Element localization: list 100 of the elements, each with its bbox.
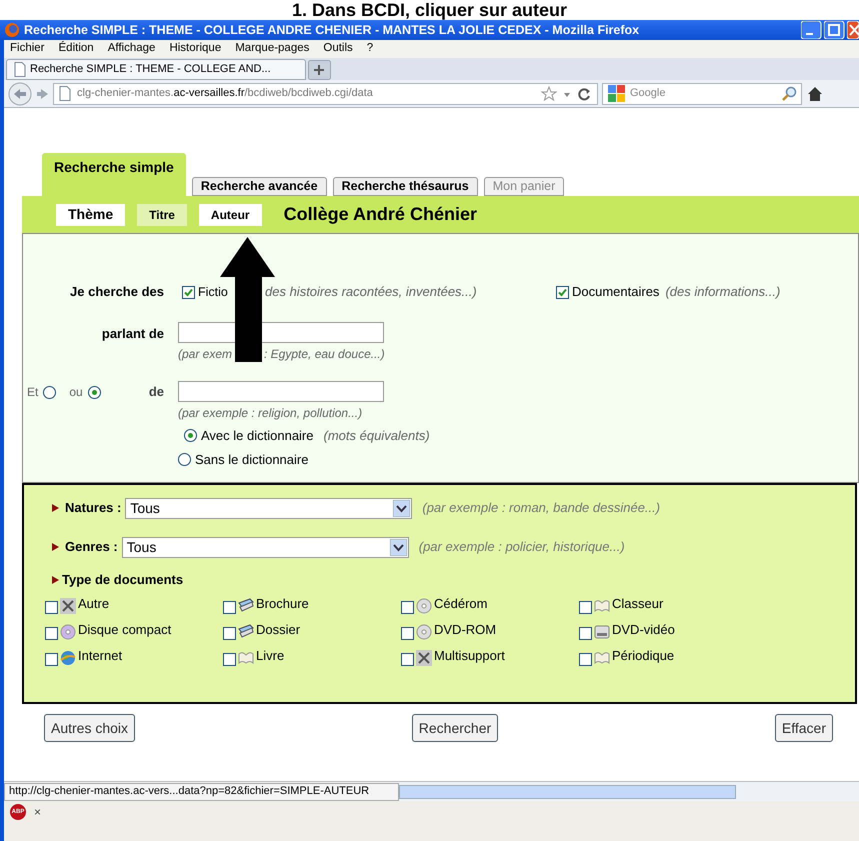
hint-text: (mots équivalents) <box>324 427 430 445</box>
button[interactable]: Rechercher <box>412 714 498 742</box>
text-field[interactable] <box>178 381 384 402</box>
checkbox[interactable] <box>556 286 569 298</box>
checkbox[interactable] <box>579 626 592 640</box>
sub-tab[interactable]: Thème <box>56 204 126 226</box>
field-label: Je cherche des <box>70 283 164 302</box>
hint-text: : Egypte, eau douce...) <box>264 346 385 363</box>
tab[interactable]: Recherche avancée <box>192 177 327 196</box>
close-button[interactable]: × <box>34 804 42 820</box>
radio-button[interactable] <box>88 386 101 398</box>
checkbox-label: Autre <box>78 595 110 613</box>
tools-icon <box>416 650 432 666</box>
folder-icon <box>238 598 254 614</box>
dropdown-arrow-icon <box>393 500 410 516</box>
menu-item[interactable]: Édition <box>58 40 94 58</box>
checkbox-label: Périodique <box>612 647 674 665</box>
checkbox-label: Dossier <box>256 621 300 639</box>
radio-label: Avec le dictionnaire <box>201 427 314 445</box>
sub-tab[interactable]: Auteur <box>198 204 262 226</box>
checkbox-label: Internet <box>78 647 122 665</box>
dropdown[interactable]: Tous <box>125 498 412 518</box>
checkbox-label: Classeur <box>612 595 664 613</box>
hint-text: (par exemple : religion, pollution...) <box>178 405 364 422</box>
checkbox[interactable] <box>401 600 414 614</box>
radio-label: Et <box>27 384 38 401</box>
search-box[interactable]: Google <box>602 82 802 104</box>
checkbox[interactable] <box>45 652 58 666</box>
checkbox-label: Fictio <box>198 284 228 301</box>
hint-text: (par exem <box>178 346 234 363</box>
checkbox[interactable] <box>45 626 58 640</box>
browser-tab[interactable]: Recherche SIMPLE : THEME - COLLEGE AND... <box>6 59 306 80</box>
book-icon <box>594 598 610 614</box>
school-name: Collège André Chénier <box>284 203 477 226</box>
dropdown[interactable]: Tous <box>122 536 409 558</box>
tab[interactable]: Recherche thésaurus <box>332 177 478 196</box>
minimize-icon[interactable] <box>801 21 822 39</box>
checkbox[interactable] <box>223 626 236 640</box>
checkbox-label: Multisupport <box>434 647 505 665</box>
url-text: clg-chenier-mantes.ac-versailles.fr/bcdiweb/bcdiweb.cgi/data <box>77 86 374 102</box>
menu-item[interactable]: Outils <box>323 40 353 58</box>
checkbox-label: Brochure <box>256 595 309 613</box>
page-icon <box>13 62 26 77</box>
menu-item[interactable]: Marque-pages <box>235 40 310 58</box>
button[interactable]: Autres choix <box>44 714 136 742</box>
checkbox-label: Cédérom <box>434 595 488 613</box>
checkbox[interactable] <box>401 626 414 640</box>
menu-item[interactable]: Affichage <box>108 40 156 58</box>
maximize-icon[interactable] <box>824 21 845 39</box>
checkbox-label: DVD-ROM <box>434 621 496 639</box>
book-icon <box>238 650 254 666</box>
field-label: Genres : <box>65 538 118 556</box>
checkbox[interactable] <box>182 286 195 298</box>
instruction-heading: 1. Dans BCDI, cliquer sur auteur <box>292 0 568 20</box>
book-icon <box>594 650 610 666</box>
radio-button[interactable] <box>178 452 191 466</box>
checkbox-label: Livre <box>256 647 284 665</box>
page-icon <box>58 86 71 101</box>
menu-item[interactable]: Fichier <box>10 40 45 58</box>
search-field[interactable]: Google <box>630 85 777 102</box>
close-icon[interactable] <box>847 21 859 39</box>
section-title: Type de documents <box>62 571 184 589</box>
dropdown-arrow-icon <box>390 538 407 556</box>
back-icon[interactable] <box>8 82 32 106</box>
star-icon[interactable] <box>541 86 557 101</box>
radio-label: Sans le dictionnaire <box>195 450 308 468</box>
status-url: http://clg-chenier-mantes.ac-vers...data?np=82&fichier=SIMPLE-AUTEUR <box>9 784 370 800</box>
checkbox[interactable] <box>579 652 592 666</box>
checkbox[interactable] <box>401 652 414 666</box>
tab[interactable]: Recherche simple <box>42 153 186 196</box>
checkbox-label: Disque compact <box>78 621 172 639</box>
button[interactable]: Effacer <box>774 714 833 742</box>
window-title: Recherche SIMPLE : THEME - COLLEGE ANDRE CHENIER - MANTES LA JOLIE CEDEX - Mozilla Firefox <box>24 22 640 39</box>
field-label: parlant de <box>102 325 164 343</box>
radio-button[interactable] <box>43 386 56 398</box>
field-label: Natures : <box>65 499 122 518</box>
address-field[interactable]: clg-chenier-mantes.ac-versailles.fr/bcdiweb/bcdiweb.cgi/data <box>53 82 598 104</box>
checkbox[interactable] <box>579 600 592 614</box>
sub-tab[interactable]: Titre <box>137 204 187 226</box>
reload-icon[interactable] <box>577 86 593 100</box>
hint-text: des histoires racontées, inventées...) <box>265 283 477 302</box>
radio-button[interactable] <box>184 429 197 442</box>
checkbox[interactable] <box>45 600 58 614</box>
menu-item[interactable]: Historique <box>169 40 222 58</box>
search-engine-icon[interactable] <box>607 84 626 103</box>
checkbox-label: DVD-vidéo <box>612 621 675 639</box>
new-tab-icon[interactable] <box>308 60 331 80</box>
checkbox[interactable] <box>223 600 236 614</box>
menu-item[interactable]: ? <box>366 40 374 58</box>
home-icon[interactable] <box>806 84 824 102</box>
checkbox-label: Documentaires <box>572 283 660 302</box>
hint-text: (par exemple : roman, bande dessinée...) <box>422 499 660 518</box>
search-icon[interactable] <box>781 86 797 102</box>
radio-label: ou <box>69 384 83 401</box>
hint-text: (par exemple : policier, historique...) <box>418 538 625 556</box>
triangle-icon <box>52 576 59 584</box>
folder-icon <box>238 624 254 640</box>
checkbox[interactable] <box>223 652 236 666</box>
globe-icon <box>60 650 76 666</box>
triangle-icon <box>52 504 59 512</box>
